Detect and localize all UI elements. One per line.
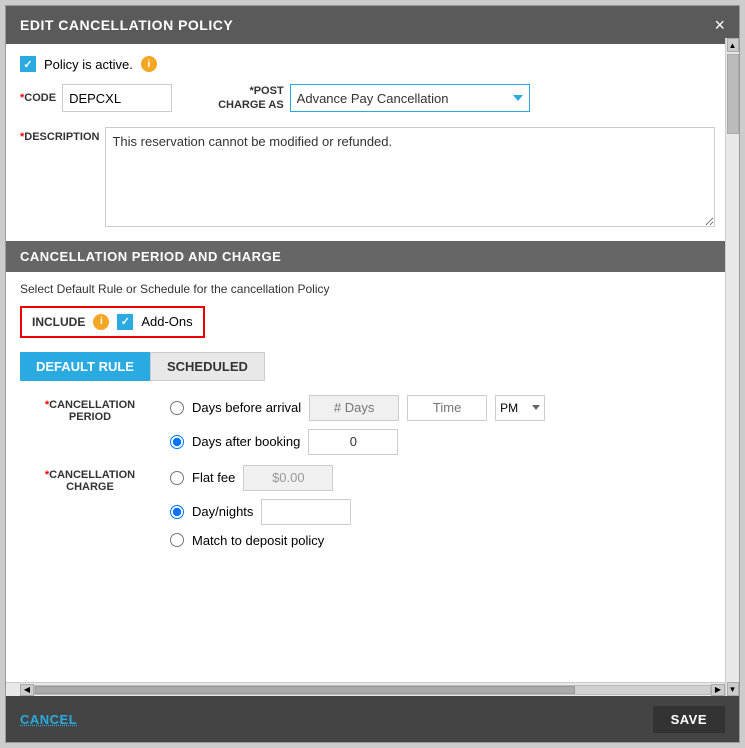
daynights-row: Day/nights xyxy=(170,499,715,525)
match-deposit-label: Match to deposit policy xyxy=(192,533,324,548)
days-after-booking-input[interactable] xyxy=(308,429,398,455)
description-textarea[interactable]: This reservation cannot be modified or r… xyxy=(105,127,715,227)
bottom-bar: CANCEL SAVE xyxy=(6,696,739,742)
content-area: Policy is active. i *CODE *POST CHARGE A… xyxy=(6,44,739,682)
ampm-select[interactable]: PM AM xyxy=(495,395,545,421)
match-deposit-row: Match to deposit policy xyxy=(170,533,715,548)
code-label: *CODE xyxy=(20,92,56,104)
policy-active-info-icon[interactable]: i xyxy=(141,56,157,72)
horizontal-scrollbar[interactable]: ◀ ▶ xyxy=(6,682,739,696)
description-group: *DESCRIPTION This reservation cannot be … xyxy=(20,127,715,227)
addons-label: Add-Ons xyxy=(141,314,192,329)
edit-cancellation-dialog: EDIT CANCELLATION POLICY × ▲ ▼ Policy is… xyxy=(5,5,740,743)
days-after-booking-label: Days after booking xyxy=(192,434,300,449)
policy-active-row: Policy is active. i xyxy=(20,56,715,72)
days-before-arrival-label: Days before arrival xyxy=(192,400,301,415)
save-button[interactable]: SAVE xyxy=(653,706,725,733)
days-after-booking-radio[interactable] xyxy=(170,435,184,449)
scroll-left-arrow[interactable]: ◀ xyxy=(20,684,34,696)
include-info-icon[interactable]: i xyxy=(93,314,109,330)
code-field-group: *CODE xyxy=(20,84,172,112)
scroll-down-arrow[interactable]: ▼ xyxy=(727,682,739,696)
scroll-right-arrow[interactable]: ▶ xyxy=(711,684,725,696)
flat-fee-input[interactable] xyxy=(243,465,333,491)
cancel-button[interactable]: CANCEL xyxy=(20,712,77,727)
flat-fee-label: Flat fee xyxy=(192,470,235,485)
title-bar: EDIT CANCELLATION POLICY × xyxy=(6,6,739,44)
tab-default-rule[interactable]: DEFAULT RULE xyxy=(20,352,150,381)
cancellation-period-label: *CANCELLATIONPERIOD xyxy=(20,395,160,455)
dialog-title: EDIT CANCELLATION POLICY xyxy=(20,17,233,33)
cancellation-charge-content: Flat fee Day/nights Match to deposit pol… xyxy=(170,465,715,548)
cancellation-grid: *CANCELLATIONPERIOD Days before arrival … xyxy=(20,395,715,548)
flat-fee-row: Flat fee xyxy=(170,465,715,491)
scroll-thumb[interactable] xyxy=(727,54,739,134)
close-button[interactable]: × xyxy=(714,16,725,34)
policy-active-label: Policy is active. xyxy=(44,57,133,72)
daynights-input[interactable] xyxy=(261,499,351,525)
description-label: *DESCRIPTION xyxy=(20,131,99,143)
addons-checkbox[interactable] xyxy=(117,314,133,330)
section-header: CANCELLATION PERIOD AND CHARGE xyxy=(6,241,729,272)
include-box: INCLUDE i Add-Ons xyxy=(20,306,205,338)
select-rule-text: Select Default Rule or Schedule for the … xyxy=(20,282,715,296)
days-before-arrival-radio[interactable] xyxy=(170,401,184,415)
code-postcharge-row: *CODE *POST CHARGE AS Advance Pay Cancel… xyxy=(20,84,715,113)
scroll-up-arrow[interactable]: ▲ xyxy=(727,38,739,52)
time-input[interactable] xyxy=(407,395,487,421)
daynights-label: Day/nights xyxy=(192,504,253,519)
scroll-h-track[interactable] xyxy=(34,685,711,695)
flat-fee-radio[interactable] xyxy=(170,471,184,485)
scroll-h-thumb[interactable] xyxy=(35,686,575,694)
post-charge-label: *POST CHARGE AS xyxy=(218,84,284,113)
code-input[interactable] xyxy=(62,84,172,112)
tabs-row: DEFAULT RULE SCHEDULED xyxy=(20,352,715,381)
post-charge-select[interactable]: Advance Pay Cancellation xyxy=(290,84,530,112)
post-charge-group: *POST CHARGE AS Advance Pay Cancellation xyxy=(218,84,530,113)
cancellation-charge-label: *CANCELLATIONCHARGE xyxy=(20,465,160,548)
vertical-scrollbar[interactable]: ▲ ▼ xyxy=(725,38,739,696)
days-input[interactable] xyxy=(309,395,399,421)
days-before-arrival-row: Days before arrival PM AM xyxy=(170,395,715,421)
tab-scheduled[interactable]: SCHEDULED xyxy=(150,352,265,381)
policy-active-checkbox[interactable] xyxy=(20,56,36,72)
cancellation-period-content: Days before arrival PM AM Days after boo… xyxy=(170,395,715,455)
match-deposit-radio[interactable] xyxy=(170,533,184,547)
daynights-radio[interactable] xyxy=(170,505,184,519)
include-label: INCLUDE xyxy=(32,315,85,329)
days-after-booking-row: Days after booking xyxy=(170,429,715,455)
